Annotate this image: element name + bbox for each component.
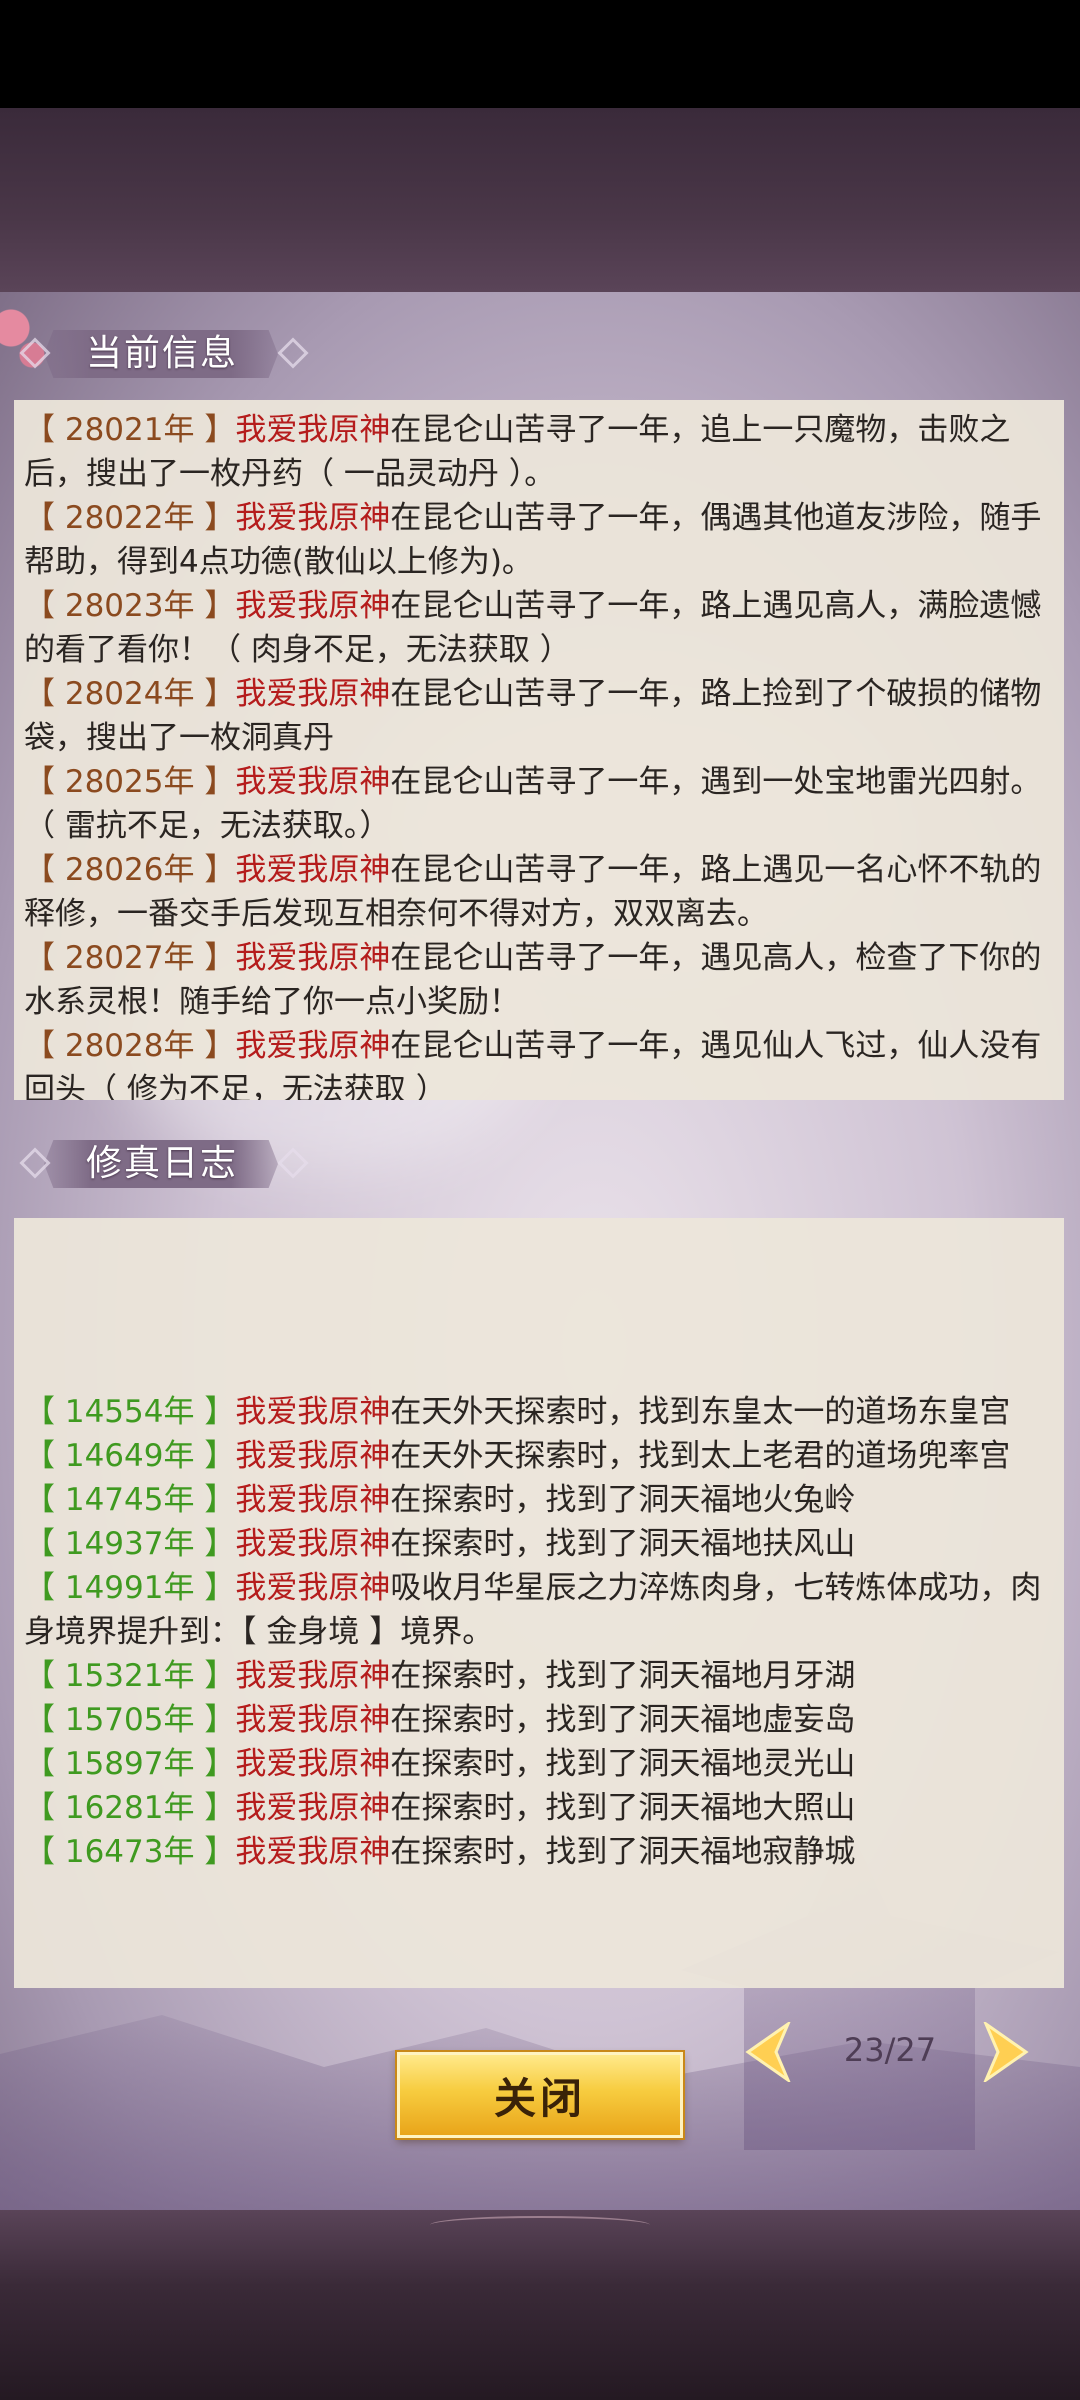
player-name: 我爱我原神 (235, 764, 391, 800)
entry-year: 【 16281年 】 (24, 1790, 236, 1826)
entry-year: 【 28024年 】 (24, 676, 236, 712)
player-name: 我爱我原神 (235, 1028, 391, 1064)
entry-text: 在探索时，找到了洞天福地月牙湖 (390, 1658, 856, 1694)
player-name: 我爱我原神 (235, 940, 391, 976)
player-name: 我爱我原神 (235, 412, 391, 448)
log-entry: 【 14554年 】我爱我原神在天外天探索时，找到东皇太一的道场东皇宫 (14, 1390, 1064, 1434)
log-entry: 【 15705年 】我爱我原神在探索时，找到了洞天福地虚妄岛 (14, 1698, 1064, 1742)
entry-year: 【 15897年 】 (24, 1746, 236, 1782)
log-entry: 【 28027年 】我爱我原神在昆仑山苦寻了一年，遇见高人，检查了下你的水系灵根… (14, 936, 1064, 1024)
player-name: 我爱我原神 (235, 1438, 391, 1474)
ornament-decoration (430, 2216, 650, 2234)
next-page-button[interactable] (980, 2019, 1034, 2085)
entry-year: 【 14649年 】 (24, 1438, 236, 1474)
current-info-header: 当前信息 (14, 324, 314, 384)
player-name: 我爱我原神 (235, 852, 391, 888)
diamond-ornament-icon (277, 337, 309, 369)
entry-year: 【 15321年 】 (24, 1658, 236, 1694)
player-name: 我爱我原神 (235, 1658, 391, 1694)
page-indicator: 23/27 (843, 2031, 937, 2069)
entry-year: 【 28023年 】 (24, 588, 236, 624)
entry-text: 在探索时，找到了洞天福地大照山 (390, 1790, 856, 1826)
diamond-ornament-icon (19, 1147, 51, 1179)
entry-year: 【 28022年 】 (24, 500, 236, 536)
player-name: 我爱我原神 (235, 500, 391, 536)
entry-year: 【 14991年 】 (24, 1570, 236, 1606)
log-entry: 【 28022年 】我爱我原神在昆仑山苦寻了一年，偶遇其他道友涉险，随手帮助，得… (14, 496, 1064, 584)
log-entry: 【 14745年 】我爱我原神在探索时，找到了洞天福地火兔岭 (14, 1478, 1064, 1522)
cultivation-log-box[interactable]: 【 14554年 】我爱我原神在天外天探索时，找到东皇太一的道场东皇宫【 146… (14, 1218, 1064, 1988)
chevron-right-icon (982, 2019, 1029, 2085)
player-name: 我爱我原神 (235, 1790, 391, 1826)
player-name: 我爱我原神 (235, 676, 391, 712)
entry-year: 【 14745年 】 (24, 1482, 236, 1518)
entry-year: 【 28025年 】 (24, 764, 236, 800)
cultivation-log-title: 修真日志 (86, 1143, 239, 1184)
cultivation-log-header: 修真日志 (14, 1134, 314, 1194)
player-name: 我爱我原神 (235, 1570, 391, 1606)
prev-page-button[interactable] (740, 2019, 794, 2085)
entry-text: 在探索时，找到了洞天福地灵光山 (390, 1746, 856, 1782)
diamond-ornament-icon (19, 337, 51, 369)
entry-text: 在探索时，找到了洞天福地虚妄岛 (390, 1702, 856, 1738)
chevron-left-icon (745, 2019, 792, 2085)
log-entry: 【 28026年 】我爱我原神在昆仑山苦寻了一年，路上遇见一名心怀不轨的释修，一… (14, 848, 1064, 936)
close-button[interactable]: 关闭 (397, 2052, 683, 2138)
entry-year: 【 14937年 】 (24, 1526, 236, 1562)
player-name: 我爱我原神 (235, 1746, 391, 1782)
log-entry: 【 28025年 】我爱我原神在昆仑山苦寻了一年，遇到一处宝地雷光四射。（ 雷抗… (14, 760, 1064, 848)
entry-year: 【 28026年 】 (24, 852, 236, 888)
top-status-area (0, 0, 1080, 108)
log-entry: 【 14649年 】我爱我原神在天外天探索时，找到太上老君的道场兜率宫 (14, 1434, 1064, 1478)
log-entry: 【 16281年 】我爱我原神在探索时，找到了洞天福地大照山 (14, 1786, 1064, 1830)
bottom-decorative-band (0, 2210, 1080, 2400)
current-info-box[interactable]: 【 28021年 】我爱我原神在昆仑山苦寻了一年，追上一只魔物，击败之后，搜出了… (14, 400, 1064, 1100)
top-decorative-band (0, 108, 1080, 292)
entry-year: 【 15705年 】 (24, 1702, 236, 1738)
entry-year: 【 28027年 】 (24, 940, 236, 976)
log-entry: 【 16473年 】我爱我原神在探索时，找到了洞天福地寂静城 (14, 1830, 1064, 1874)
diamond-ornament-icon (277, 1147, 309, 1179)
entry-text: 在天外天探索时，找到东皇太一的道场东皇宫 (390, 1394, 1011, 1430)
log-entry: 【 14937年 】我爱我原神在探索时，找到了洞天福地扶风山 (14, 1522, 1064, 1566)
player-name: 我爱我原神 (235, 588, 391, 624)
log-entry: 【 28028年 】我爱我原神在昆仑山苦寻了一年，遇见仙人飞过，仙人没有回头（ … (14, 1024, 1064, 1100)
entry-text: 在探索时，找到了洞天福地扶风山 (390, 1526, 856, 1562)
player-name: 我爱我原神 (235, 1526, 391, 1562)
player-name: 我爱我原神 (235, 1394, 391, 1430)
entry-text: 在探索时，找到了洞天福地寂静城 (390, 1834, 856, 1870)
entry-year: 【 16473年 】 (24, 1834, 236, 1870)
player-name: 我爱我原神 (235, 1702, 391, 1738)
entry-year: 【 14554年 】 (24, 1394, 236, 1430)
player-name: 我爱我原神 (235, 1834, 391, 1870)
log-entry: 【 14991年 】我爱我原神吸收月华星辰之力淬炼肉身，七转炼体成功，肉身境界提… (14, 1566, 1064, 1654)
log-entry: 【 15897年 】我爱我原神在探索时，找到了洞天福地灵光山 (14, 1742, 1064, 1786)
log-entry: 【 28024年 】我爱我原神在昆仑山苦寻了一年，路上捡到了个破损的储物袋，搜出… (14, 672, 1064, 760)
entry-text: 在探索时，找到了洞天福地火兔岭 (390, 1482, 856, 1518)
current-info-title: 当前信息 (86, 333, 239, 374)
log-entry: 【 28021年 】我爱我原神在昆仑山苦寻了一年，追上一只魔物，击败之后，搜出了… (14, 408, 1064, 496)
entry-year: 【 28028年 】 (24, 1028, 236, 1064)
log-entry: 【 28023年 】我爱我原神在昆仑山苦寻了一年，路上遇见高人，满脸遗憾的看了看… (14, 584, 1064, 672)
entry-text: 在天外天探索时，找到太上老君的道场兜率宫 (390, 1438, 1011, 1474)
entry-year: 【 28021年 】 (24, 412, 236, 448)
player-name: 我爱我原神 (235, 1482, 391, 1518)
log-entry: 【 15321年 】我爱我原神在探索时，找到了洞天福地月牙湖 (14, 1654, 1064, 1698)
